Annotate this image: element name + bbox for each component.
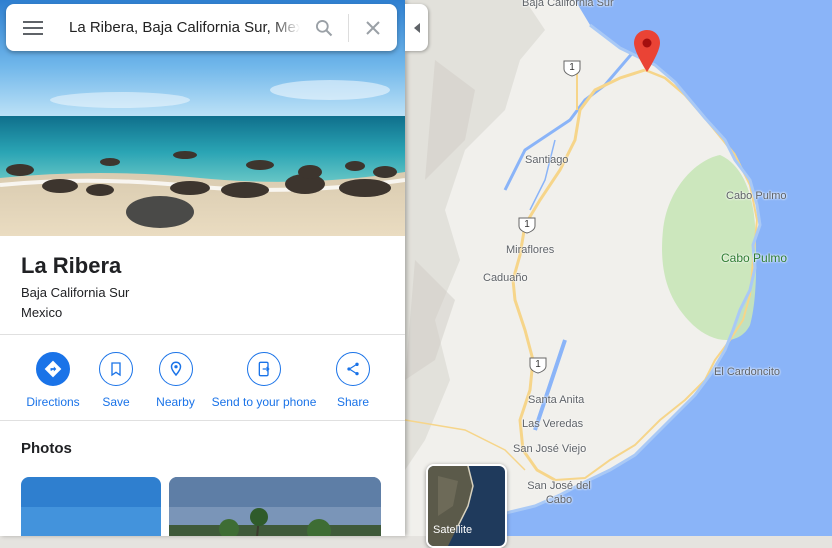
map-label-el-cardoncito[interactable]: El Cardoncito: [714, 366, 780, 378]
satellite-label: Satellite: [433, 524, 473, 536]
hamburger-icon: [23, 20, 43, 35]
map-label-san-jose-del-cabo[interactable]: San José del Cabo: [527, 479, 591, 507]
highway-number: 1: [569, 62, 575, 73]
map-canvas[interactable]: 1 1 1 Baja California Sur Santiago Miraf…: [405, 0, 832, 536]
map-label-las-veredas[interactable]: Las Veredas: [522, 418, 583, 430]
highway-shield: 1: [529, 357, 547, 379]
nearby-button[interactable]: Nearby: [153, 352, 198, 409]
divider: [0, 420, 405, 421]
share-label: Share: [336, 395, 370, 409]
palm-photo: [169, 477, 381, 536]
map-label-miraflores[interactable]: Miraflores: [506, 244, 554, 256]
place-title-block: La Ribera Baja California Sur Mexico: [21, 252, 129, 323]
photo-thumbnail[interactable]: [169, 477, 381, 536]
map-label-cabo-pulmo-park[interactable]: Cabo Pulmo: [721, 251, 787, 265]
directions-icon: [36, 352, 70, 386]
highway-number: 1: [524, 219, 530, 230]
place-region: Baja California Sur: [21, 285, 130, 300]
clear-search-button[interactable]: [349, 4, 397, 51]
search-box: La Ribera, Baja California Sur, Mexico: [6, 4, 397, 51]
menu-button[interactable]: [6, 4, 60, 51]
directions-label: Directions: [26, 395, 80, 409]
divider: [0, 334, 405, 335]
map-label-baja-california-sur[interactable]: Baja California Sur: [522, 0, 614, 10]
close-icon: [366, 20, 380, 35]
share-button[interactable]: Share: [334, 352, 372, 409]
save-label: Save: [102, 395, 130, 409]
send-to-phone-label: Send to your phone: [211, 395, 317, 409]
send-to-phone-button[interactable]: Send to your phone: [210, 352, 318, 409]
map-label-santa-anita[interactable]: Santa Anita: [528, 394, 584, 406]
photo-thumbnail[interactable]: [21, 477, 161, 536]
place-panel: La Ribera Baja California Sur Mexico Dir…: [0, 0, 405, 536]
highway-shield: 1: [563, 60, 581, 82]
bookmark-icon: [99, 352, 133, 386]
collapse-panel-button[interactable]: [405, 4, 428, 51]
search-icon: [316, 19, 333, 36]
map-label-caduano[interactable]: Caduaño: [483, 272, 528, 284]
nearby-icon: [158, 352, 193, 386]
map-label-santiago[interactable]: Santiago: [525, 154, 568, 166]
photos-heading: Photos: [21, 440, 72, 457]
caret-left-icon: [413, 22, 420, 33]
place-name: La Ribera: [21, 253, 122, 278]
satellite-layer-toggle[interactable]: Satellite: [426, 464, 507, 548]
map-label-cabo-pulmo-town[interactable]: Cabo Pulmo: [726, 190, 787, 202]
action-bar: Directions Save Nearby Send to your phon…: [0, 352, 405, 412]
map-graphic: [405, 0, 832, 536]
place-country: Mexico: [21, 305, 63, 320]
location-pin-icon[interactable]: [634, 30, 660, 72]
nearby-label: Nearby: [156, 395, 195, 409]
directions-button[interactable]: Directions: [24, 352, 82, 409]
map-label-san-jose-viejo[interactable]: San José Viejo: [513, 443, 586, 455]
search-button[interactable]: [300, 4, 348, 51]
highway-number: 1: [535, 359, 541, 370]
search-input[interactable]: La Ribera, Baja California Sur, Mexico: [60, 4, 300, 51]
save-button[interactable]: Save: [96, 352, 136, 409]
highway-shield: 1: [518, 217, 536, 239]
share-icon: [336, 352, 370, 386]
send-to-phone-icon: [247, 352, 281, 386]
sky-photo: [21, 477, 161, 536]
